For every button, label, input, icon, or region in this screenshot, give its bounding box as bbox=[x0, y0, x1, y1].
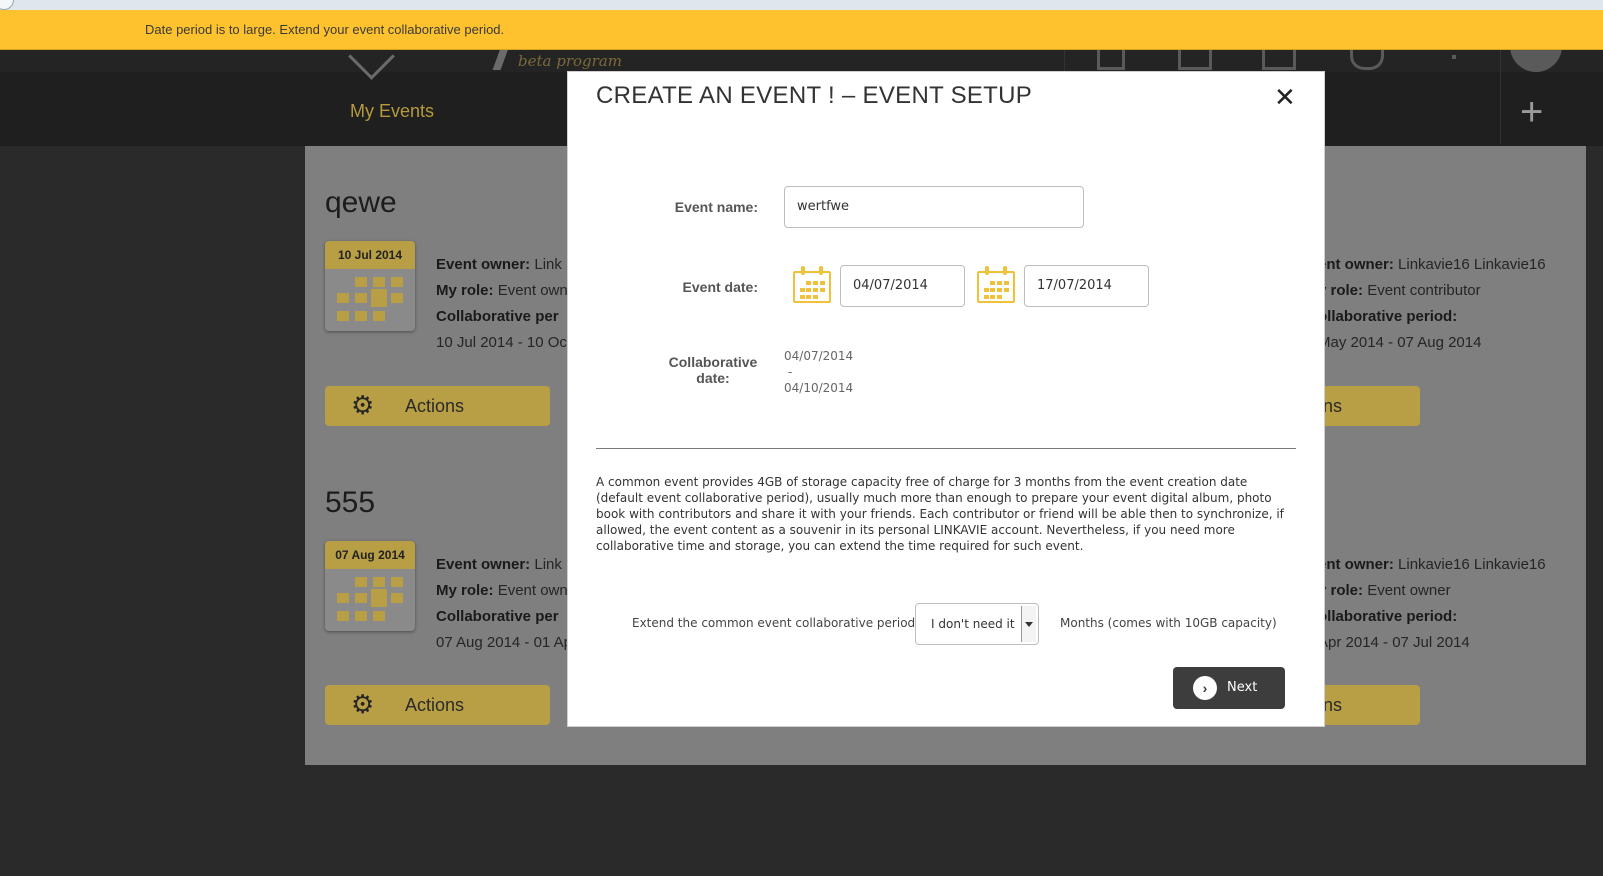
collab-label-line2: date: bbox=[696, 370, 730, 386]
months-label: Months (comes with 10GB capacity) bbox=[1060, 616, 1277, 630]
gear-icon: ⚙ bbox=[351, 390, 375, 420]
owner-label: ent owner: bbox=[1318, 256, 1394, 273]
gear-icon: ⚙ bbox=[351, 689, 375, 719]
next-button[interactable]: › Next bbox=[1173, 667, 1285, 709]
period-value: Apr 2014 - 07 Jul 2014 bbox=[1318, 634, 1470, 651]
close-icon[interactable]: ✕ bbox=[1274, 84, 1296, 110]
owner-value: Link bbox=[534, 556, 562, 573]
nav-my-events[interactable]: My Events bbox=[350, 101, 434, 122]
actions-button[interactable]: ⚙ Actions bbox=[325, 685, 550, 725]
more-icon[interactable] bbox=[1452, 55, 1456, 59]
actions-label: Actions bbox=[405, 695, 465, 715]
event-info-right: ent owner: Linkavie16 Linkavie16 y role:… bbox=[1318, 552, 1546, 656]
owner-value: Linkavie16 Linkavie16 bbox=[1398, 256, 1546, 273]
chevron-right-icon: › bbox=[1193, 676, 1217, 700]
add-event-icon[interactable]: + bbox=[1520, 92, 1543, 132]
owner-label: ent owner: bbox=[1318, 556, 1394, 573]
period-value: 10 Jul 2014 - 10 Oct bbox=[436, 334, 572, 351]
modal-title: CREATE AN EVENT ! – EVENT SETUP bbox=[596, 82, 1033, 109]
period-label: ollaborative period: bbox=[1318, 308, 1458, 325]
owner-label: Event owner: bbox=[436, 556, 531, 573]
collab-label-line1: Collaborative bbox=[668, 354, 758, 370]
actions-button[interactable]: ns bbox=[1310, 386, 1420, 426]
period-label: Collaborative per bbox=[436, 608, 559, 625]
owner-value: Linkavie16 Linkavie16 bbox=[1398, 556, 1546, 573]
owner-label: Event owner: bbox=[436, 256, 531, 273]
divider bbox=[596, 448, 1296, 449]
period-value: 07 Aug 2014 - 01 Ap bbox=[436, 634, 572, 651]
event-info-right: ent owner: Linkavie16 Linkavie16 y role:… bbox=[1318, 252, 1546, 356]
actions-label: Actions bbox=[405, 396, 465, 416]
owner-value: Link bbox=[534, 256, 562, 273]
event-info: Event owner: Link My role: Event own Col… bbox=[436, 552, 572, 656]
event-title[interactable]: qewe bbox=[325, 186, 397, 220]
role-value: Event owner bbox=[1367, 582, 1451, 599]
collab-separator: - bbox=[788, 365, 793, 379]
chevron-down-icon[interactable] bbox=[1021, 606, 1036, 642]
collab-start: 04/07/2014 bbox=[784, 349, 854, 363]
period-label: Collaborative per bbox=[436, 308, 559, 325]
event-date-label: 07 Aug 2014 bbox=[325, 541, 415, 569]
actions-label: ns bbox=[1323, 695, 1343, 715]
collaborative-date-label: Collaborative date: bbox=[658, 354, 768, 386]
notification-message: Date period is to large. Extend your eve… bbox=[145, 22, 505, 37]
create-event-modal: CREATE AN EVENT ! – EVENT SETUP ✕ Event … bbox=[567, 71, 1325, 727]
start-date-input[interactable]: 04/07/2014 bbox=[840, 265, 965, 307]
event-date-calendar: 07 Aug 2014 bbox=[325, 541, 415, 631]
end-date-input[interactable]: 17/07/2014 bbox=[1024, 265, 1149, 307]
role-value: Event contributor bbox=[1367, 282, 1481, 299]
extend-period-label: Extend the common event collaborative pe… bbox=[632, 616, 920, 630]
event-name-label: Event name: bbox=[674, 199, 758, 215]
role-value: Event own bbox=[497, 282, 568, 299]
beta-program-label: beta program bbox=[518, 52, 622, 70]
event-date-calendar: 10 Jul 2014 bbox=[325, 241, 415, 331]
notification-bar: Date period is to large. Extend your eve… bbox=[0, 10, 1603, 50]
start-calendar-icon[interactable] bbox=[792, 265, 832, 305]
end-calendar-icon[interactable] bbox=[976, 265, 1016, 305]
event-name-input[interactable]: wertfwe bbox=[784, 186, 1084, 228]
event-date-label: Event date: bbox=[682, 279, 758, 295]
actions-label: ns bbox=[1323, 396, 1343, 416]
role-value: Event own bbox=[497, 582, 568, 599]
role-label: My role: bbox=[436, 582, 494, 599]
event-info: Event owner: Link My role: Event own Col… bbox=[436, 252, 571, 356]
extend-period-select[interactable]: I don't need it bbox=[915, 603, 1039, 645]
period-value: May 2014 - 07 Aug 2014 bbox=[1318, 334, 1482, 351]
event-date-label: 10 Jul 2014 bbox=[325, 241, 415, 269]
extend-selected-value: I don't need it bbox=[931, 617, 1015, 631]
header-separator bbox=[1500, 48, 1501, 144]
next-label: Next bbox=[1227, 680, 1258, 695]
actions-button[interactable]: ns bbox=[1310, 685, 1420, 725]
browser-tab-icon bbox=[0, 0, 14, 10]
event-title[interactable]: 555 bbox=[325, 486, 375, 520]
role-label: My role: bbox=[436, 282, 494, 299]
actions-button[interactable]: ⚙ Actions bbox=[325, 386, 550, 426]
calendar-grid-icon bbox=[337, 277, 403, 325]
collaborative-date-range: 04/07/2014 - 04/10/2014 bbox=[784, 348, 853, 396]
collab-end: 04/10/2014 bbox=[784, 381, 854, 395]
period-label: ollaborative period: bbox=[1318, 608, 1458, 625]
calendar-grid-icon bbox=[337, 577, 403, 625]
event-description: A common event provides 4GB of storage c… bbox=[596, 475, 1284, 553]
